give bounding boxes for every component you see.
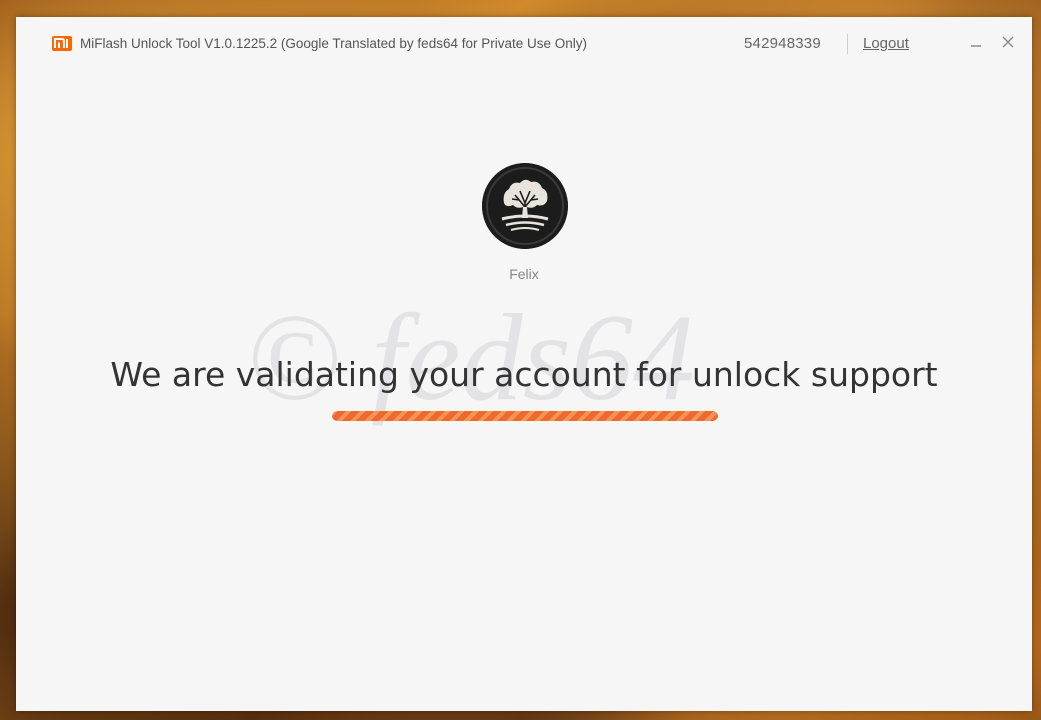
- logout-link[interactable]: Logout: [863, 35, 909, 52]
- minimize-button[interactable]: [966, 31, 988, 53]
- status-message: We are validating your account for unloc…: [110, 355, 938, 394]
- minimize-icon: [971, 45, 981, 47]
- title-bar[interactable]: MiFlash Unlock Tool V1.0.1225.2 (Google …: [16, 17, 1032, 71]
- app-window: MiFlash Unlock Tool V1.0.1225.2 (Google …: [16, 17, 1032, 711]
- close-icon: [1002, 36, 1014, 48]
- username: Felix: [509, 266, 539, 282]
- avatar[interactable]: [482, 163, 568, 249]
- progress-fill: [332, 411, 718, 421]
- progress-bar: [332, 411, 718, 421]
- mi-logo-icon: [52, 36, 72, 51]
- account-id: 542948339: [744, 35, 821, 52]
- window-title: MiFlash Unlock Tool V1.0.1225.2 (Google …: [80, 36, 588, 51]
- close-button[interactable]: [998, 31, 1020, 53]
- header-divider: [847, 34, 848, 54]
- tree-avatar-icon: [482, 163, 568, 249]
